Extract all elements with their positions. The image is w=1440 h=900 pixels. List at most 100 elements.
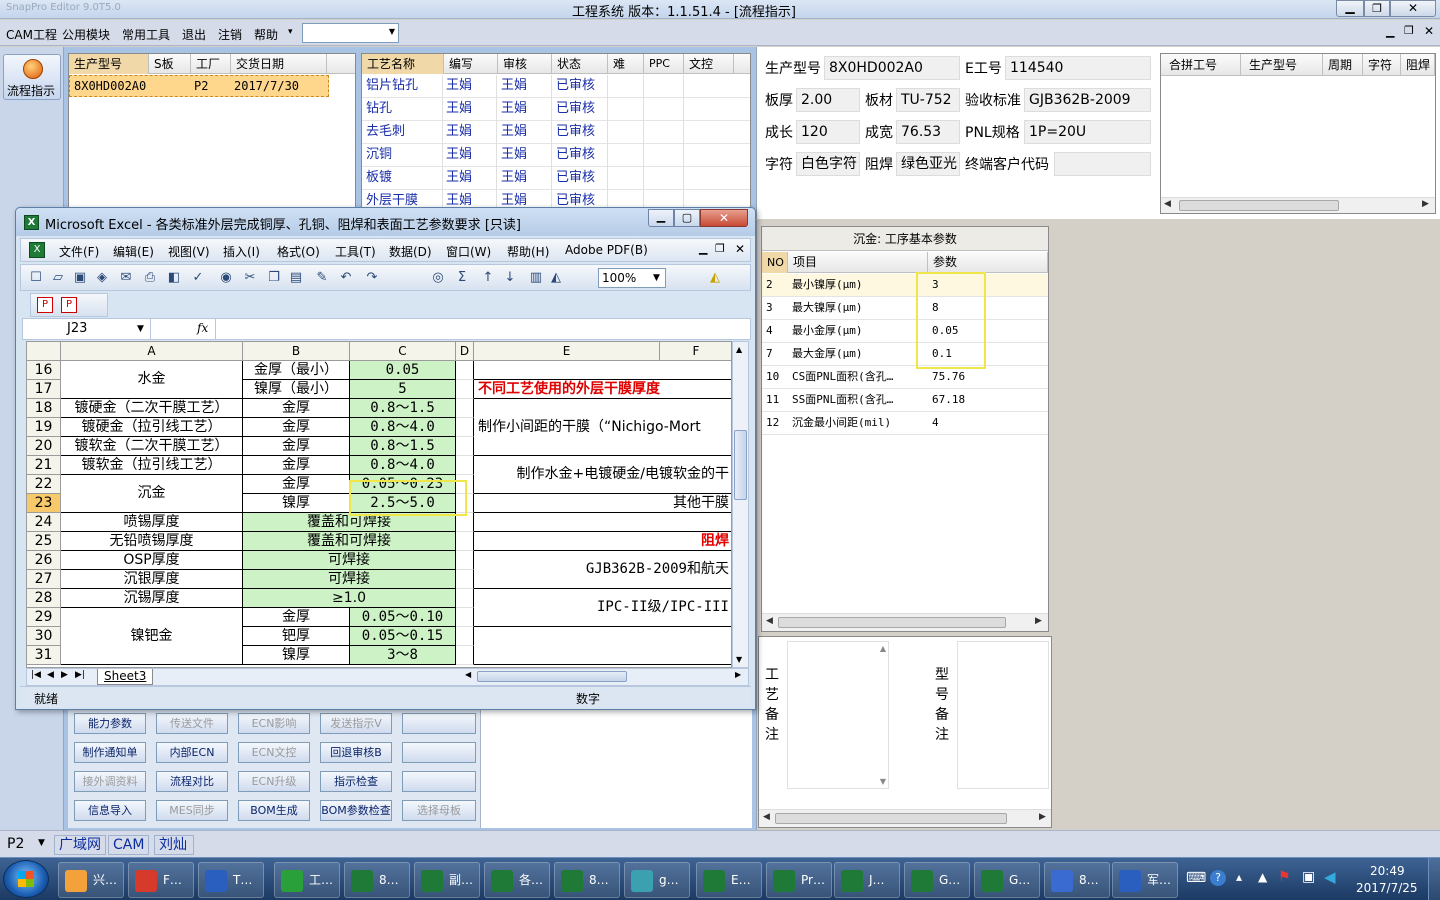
factory-dropdown[interactable]: P2 ▼: [2, 835, 50, 855]
preview-icon[interactable]: ◧: [165, 269, 183, 287]
mdi-minimize-icon[interactable]: ▁: [1386, 25, 1394, 38]
scroll-down-icon[interactable]: ▼: [880, 777, 886, 786]
research-icon[interactable]: ◉: [217, 269, 235, 287]
excel-menu-file[interactable]: 文件(F): [59, 243, 99, 260]
help-tray-icon[interactable]: ?: [1210, 870, 1226, 886]
sheet-cell[interactable]: [456, 456, 474, 475]
excel-minimize-button[interactable]: ▁: [648, 209, 674, 227]
row-header[interactable]: 16: [27, 361, 61, 380]
param-row[interactable]: 4 最小金厚(μm) 0.05: [762, 320, 1048, 343]
sheet-cell[interactable]: [456, 418, 474, 437]
merge-col-period[interactable]: 周期: [1323, 54, 1363, 76]
action-button[interactable]: 能力参数: [74, 713, 146, 734]
sheet-hscrollbar[interactable]: ◀ ▶: [463, 670, 749, 684]
sheet-cell[interactable]: [456, 627, 474, 646]
menu-help-arrow-icon[interactable]: ▾: [288, 27, 293, 37]
action-button[interactable]: 回退审核B: [320, 742, 392, 763]
sheet-cell[interactable]: [456, 361, 474, 380]
excel-menu-format[interactable]: 格式(O): [277, 243, 320, 260]
merge-col-model[interactable]: 生产型号: [1241, 54, 1323, 76]
pdf-email-icon[interactable]: P: [61, 297, 77, 313]
action-button[interactable]: 发送指示V: [320, 713, 392, 734]
sheet-cell[interactable]: 金厚: [243, 456, 350, 475]
email-icon[interactable]: ✉: [117, 269, 135, 287]
process-col-name[interactable]: 工艺名称: [362, 54, 444, 74]
notes-scroll-thumb[interactable]: [775, 813, 1007, 824]
sheet-cell[interactable]: 镍钯金: [61, 608, 243, 665]
print-icon[interactable]: ⎙: [141, 269, 159, 287]
sheet-cell[interactable]: 制作水金+电镀硬金/电镀软金的干: [474, 456, 731, 494]
save-icon[interactable]: ▣: [71, 269, 89, 287]
scroll-up-icon[interactable]: ▲: [736, 345, 742, 354]
sheet-cell[interactable]: 镀软金（二次干膜工艺）: [61, 437, 243, 456]
row-header[interactable]: 18: [27, 399, 61, 418]
sheet-cell[interactable]: 5: [350, 380, 456, 399]
sheet-cell[interactable]: IPC-II级/IPC-III: [474, 589, 731, 627]
paste-icon[interactable]: ▤: [287, 269, 305, 287]
sheet-cell[interactable]: [456, 608, 474, 627]
action-button[interactable]: [402, 713, 476, 734]
value-e-no[interactable]: 114540: [1005, 56, 1151, 80]
value-length[interactable]: 120: [796, 120, 860, 144]
undo-icon[interactable]: ↶: [337, 269, 355, 287]
taskbar-item[interactable]: G…: [974, 862, 1040, 898]
sheet-cell[interactable]: 镍厚（最小）: [243, 380, 350, 399]
sheet-cell[interactable]: 其他干膜: [474, 494, 731, 513]
sheet-cell[interactable]: [474, 513, 731, 532]
excel-close-button[interactable]: ✕: [700, 209, 748, 227]
column-header[interactable]: D: [456, 342, 474, 361]
excel-menu-help[interactable]: 帮助(H): [507, 243, 549, 260]
scroll-right-icon[interactable]: ▶: [1035, 616, 1042, 626]
excel-menu-window[interactable]: 窗口(W): [446, 243, 491, 260]
sheet-cell[interactable]: 金厚: [243, 399, 350, 418]
action-button[interactable]: BOM生成: [238, 800, 310, 821]
column-header[interactable]: B: [243, 342, 350, 361]
menu-combo[interactable]: ▼: [302, 23, 399, 43]
format-painter-icon[interactable]: ✎: [313, 269, 331, 287]
action-button[interactable]: 制作通知单: [74, 742, 146, 763]
taskbar-item[interactable]: 兴…: [58, 862, 124, 898]
column-header[interactable]: F: [660, 342, 731, 361]
column-header[interactable]: C: [350, 342, 456, 361]
row-header[interactable]: 17: [27, 380, 61, 399]
taskbar-item[interactable]: 8…: [344, 862, 410, 898]
scroll-down-icon[interactable]: ▼: [736, 655, 742, 664]
scroll-left-icon[interactable]: ◀: [1164, 199, 1171, 209]
sheet-hscroll-thumb[interactable]: [477, 671, 627, 682]
param-row[interactable]: 3 最大镍厚(μm) 8: [762, 297, 1048, 320]
scroll-right-icon[interactable]: ▶: [1039, 812, 1046, 822]
sheet-cell[interactable]: 无铅喷锡厚度: [61, 532, 243, 551]
clock-date[interactable]: 2017/7/25: [1356, 881, 1418, 895]
action-button[interactable]: ECN影响: [238, 713, 310, 734]
taskbar-item[interactable]: g…: [624, 862, 690, 898]
taskbar-item[interactable]: 军…: [1112, 862, 1178, 898]
action-button[interactable]: 选择母板: [402, 800, 476, 821]
menu-exit[interactable]: 退出: [182, 26, 206, 43]
param-col-no[interactable]: NO: [762, 252, 788, 273]
sheet-cell[interactable]: [474, 627, 731, 665]
sheet-cell[interactable]: 不同工艺使用的外层干膜厚度: [474, 380, 731, 399]
mdi-close-icon[interactable]: ✕: [1424, 24, 1434, 38]
row-header[interactable]: 19: [27, 418, 61, 437]
merge-col-mask[interactable]: 阻焊: [1401, 54, 1435, 76]
process-col-reviewer[interactable]: 审核: [498, 54, 552, 74]
process-col-difficult[interactable]: 难: [608, 54, 644, 74]
sheet-cell[interactable]: 水金: [61, 361, 243, 399]
sheet-cell[interactable]: 镍厚: [243, 646, 350, 665]
sheet-cell[interactable]: 喷锡厚度: [61, 513, 243, 532]
row-header[interactable]: 27: [27, 570, 61, 589]
sheet-cell[interactable]: [456, 399, 474, 418]
taskbar-item[interactable]: 各…: [484, 862, 550, 898]
excel-menu-data[interactable]: 数据(D): [389, 243, 432, 260]
process-note-box[interactable]: ▲ ▼: [787, 641, 889, 789]
sheet-cell[interactable]: 金厚: [243, 418, 350, 437]
value-material[interactable]: TU-752: [896, 88, 960, 112]
clock-time[interactable]: 20:49: [1370, 864, 1405, 878]
sheet-vscrollbar[interactable]: ▲ ▼: [732, 341, 749, 668]
sheet-cell[interactable]: GJB362B-2009和航天: [474, 551, 731, 589]
sort-desc-icon[interactable]: ↓: [501, 269, 519, 287]
mdi-restore-icon[interactable]: ❐: [715, 242, 725, 255]
excel-menu-insert[interactable]: 插入(I): [223, 243, 260, 260]
action-button[interactable]: BOM参数检查: [320, 800, 392, 821]
sheet-cell[interactable]: [456, 532, 474, 551]
